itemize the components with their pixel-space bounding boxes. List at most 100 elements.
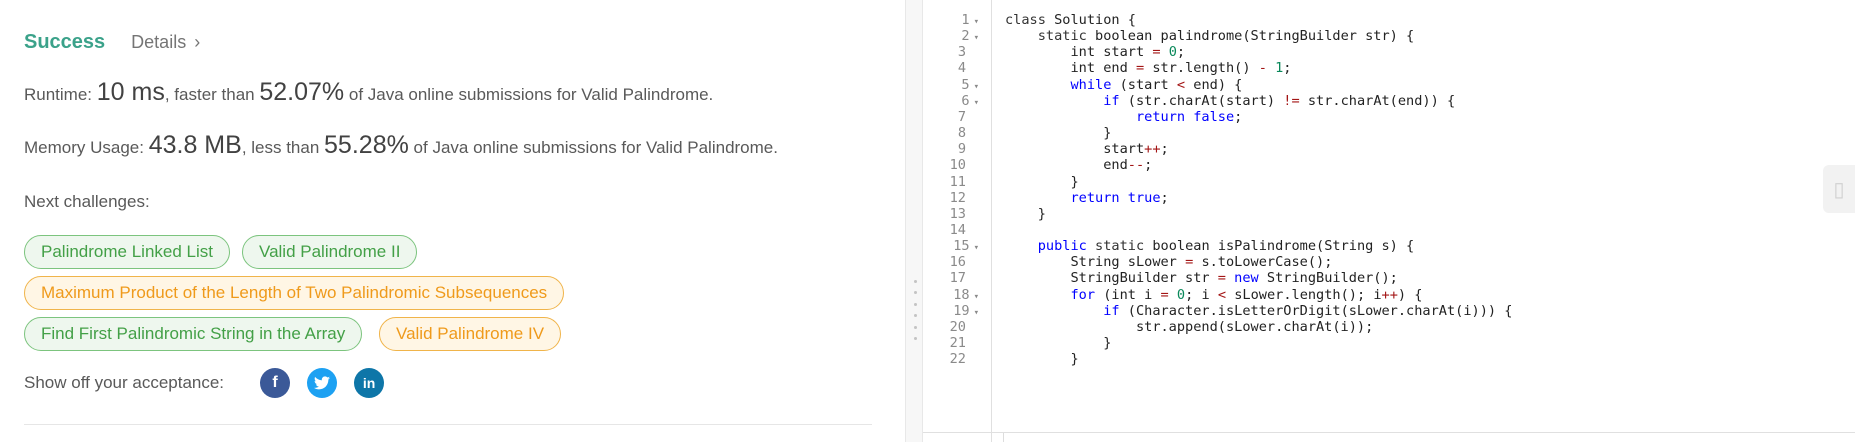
line-number-text: 5 bbox=[961, 76, 970, 93]
line-number: 13 bbox=[950, 206, 979, 222]
runtime-value: 10 ms bbox=[96, 78, 165, 106]
twitter-bird-icon bbox=[314, 376, 331, 390]
code-line[interactable]: for (int i = 0; i < sLower.length(); i++… bbox=[1005, 287, 1422, 303]
line-number-text: 7 bbox=[957, 108, 966, 125]
line-number: 19 ▾ bbox=[953, 303, 979, 319]
runtime-label: Runtime: bbox=[24, 85, 97, 104]
line-number: 21 bbox=[950, 335, 979, 351]
fold-toggle-icon[interactable]: ▾ bbox=[974, 98, 979, 108]
line-number-text: 11 bbox=[949, 173, 966, 190]
memory-percent: 55.28% bbox=[324, 131, 409, 159]
challenge-tag[interactable]: Valid Palindrome IV bbox=[379, 317, 562, 351]
code-line[interactable]: int start = 0; bbox=[1005, 44, 1185, 60]
line-number-text: 21 bbox=[949, 335, 966, 351]
line-number-text: 22 bbox=[949, 351, 966, 368]
line-number: 6 ▾ bbox=[961, 93, 979, 109]
code-line[interactable]: if (Character.isLetterOrDigit(sLower.cha… bbox=[1005, 303, 1512, 319]
linkedin-icon[interactable]: in bbox=[354, 368, 385, 398]
code-line[interactable]: class Solution { bbox=[1005, 12, 1136, 28]
fold-toggle-icon[interactable]: ▾ bbox=[974, 243, 979, 253]
line-number-text: 2 bbox=[961, 28, 970, 45]
fold-toggle-icon[interactable]: ▾ bbox=[974, 82, 979, 92]
chevron-right-icon: › bbox=[194, 31, 201, 52]
line-number: 14 bbox=[950, 222, 979, 238]
note-icon[interactable]: ▯ bbox=[1823, 165, 1855, 213]
fold-toggle-icon[interactable]: ▾ bbox=[974, 292, 979, 302]
memory-value: 43.8 MB bbox=[148, 131, 242, 159]
runtime-percent: 52.07% bbox=[259, 78, 345, 106]
line-number: 12 bbox=[950, 190, 979, 206]
divider bbox=[24, 424, 872, 425]
runtime-line: Runtime: 10 ms, faster than 52.07% of Ja… bbox=[24, 78, 713, 107]
code-line[interactable]: str.append(sLower.charAt(i)); bbox=[1005, 319, 1373, 335]
code-line[interactable]: public static boolean isPalindrome(Strin… bbox=[1005, 238, 1414, 254]
share-row: Show off your acceptance: f in bbox=[24, 368, 385, 398]
line-number: 1 ▾ bbox=[961, 12, 979, 28]
horizontal-scrollbar[interactable] bbox=[923, 432, 1855, 442]
challenge-tag[interactable]: Palindrome Linked List bbox=[24, 235, 230, 269]
line-number-text: 19 bbox=[953, 302, 970, 319]
code-line[interactable]: end--; bbox=[1005, 157, 1152, 173]
challenge-tag[interactable]: Maximum Product of the Length of Two Pal… bbox=[24, 276, 565, 310]
line-number-text: 20 bbox=[949, 318, 966, 335]
line-number: 3 bbox=[958, 44, 979, 60]
code-editor[interactable]: 1 ▾ 2 ▾ 3 4 5 ▾ 6 ▾ 7 8 9 10 11 12 13 14 15 ▾ 16 17 18 ▾ 19 ▾ 20 21… bbox=[923, 0, 1855, 442]
line-number-text: 12 bbox=[949, 189, 966, 206]
line-number: 10 bbox=[950, 157, 979, 173]
runtime-mid: , faster than bbox=[164, 85, 260, 104]
code-line[interactable]: static boolean palindrome(StringBuilder … bbox=[1005, 28, 1414, 44]
line-number-text: 4 bbox=[957, 60, 966, 77]
details-label: Details bbox=[131, 31, 187, 52]
code-line[interactable]: return false; bbox=[1005, 109, 1242, 125]
line-number: 17 bbox=[950, 270, 979, 286]
code-line[interactable]: } bbox=[1005, 335, 1111, 351]
twitter-icon[interactable] bbox=[307, 368, 338, 398]
challenge-tag[interactable]: Find First Palindromic String in the Arr… bbox=[24, 317, 363, 351]
drag-handle-icon[interactable] bbox=[913, 280, 917, 340]
fold-toggle-icon[interactable]: ▾ bbox=[974, 17, 979, 27]
line-number-text: 3 bbox=[957, 44, 966, 61]
line-number-text: 18 bbox=[953, 286, 970, 303]
code-line[interactable]: } bbox=[1005, 206, 1046, 222]
code-line[interactable]: } bbox=[1005, 174, 1078, 190]
fold-toggle-icon[interactable]: ▾ bbox=[974, 33, 979, 43]
code-line[interactable]: String sLower = s.toLowerCase(); bbox=[1005, 254, 1332, 270]
line-number: 22 bbox=[950, 351, 979, 367]
line-number-text: 9 bbox=[957, 141, 966, 158]
submission-result-panel: Success Details › Runtime: 10 ms, faster… bbox=[0, 0, 905, 442]
runtime-tail: of Java online submissions for Valid Pal… bbox=[344, 85, 714, 104]
code-line[interactable]: StringBuilder str = new StringBuilder(); bbox=[1005, 270, 1397, 286]
code-line[interactable]: int end = str.length() - 1; bbox=[1005, 60, 1291, 76]
details-link[interactable]: Details › bbox=[131, 32, 200, 53]
line-number: 8 bbox=[958, 125, 979, 141]
panel-resize-gutter[interactable] bbox=[905, 0, 923, 442]
line-number: 2 ▾ bbox=[961, 28, 979, 44]
line-number: 20 bbox=[950, 319, 979, 335]
line-number-text: 14 bbox=[949, 221, 966, 238]
line-number: 11 bbox=[950, 174, 979, 190]
line-number-text: 15 bbox=[953, 238, 970, 255]
line-number-text: 10 bbox=[949, 157, 966, 174]
next-challenges-label: Next challenges: bbox=[24, 192, 150, 211]
memory-tail: of Java online submissions for Valid Pal… bbox=[408, 138, 778, 157]
line-number: 7 bbox=[958, 109, 979, 125]
code-line[interactable]: if (str.charAt(start) != str.charAt(end)… bbox=[1005, 93, 1455, 109]
line-number-gutter: 1 ▾ 2 ▾ 3 4 5 ▾ 6 ▾ 7 8 9 10 11 12 13 14 15 ▾ 16 17 18 ▾ 19 ▾ 20 21… bbox=[923, 0, 992, 442]
status-success: Success bbox=[24, 30, 106, 53]
line-number-text: 1 bbox=[961, 12, 970, 28]
fold-toggle-icon[interactable]: ▾ bbox=[974, 308, 979, 318]
line-number: 18 ▾ bbox=[953, 287, 979, 303]
facebook-icon[interactable]: f bbox=[260, 368, 291, 398]
line-number-text: 13 bbox=[949, 205, 966, 222]
line-number: 15 ▾ bbox=[953, 238, 979, 254]
code-line[interactable]: start++; bbox=[1005, 141, 1169, 157]
challenge-tag[interactable]: Valid Palindrome II bbox=[242, 235, 418, 269]
line-number: 16 bbox=[950, 254, 979, 270]
line-number-text: 6 bbox=[961, 92, 970, 109]
code-line[interactable]: return true; bbox=[1005, 190, 1168, 206]
memory-line: Memory Usage: 43.8 MB, less than 55.28% … bbox=[24, 131, 778, 160]
code-line[interactable]: while (start < end) { bbox=[1005, 77, 1242, 93]
code-line[interactable]: } bbox=[1005, 351, 1078, 367]
line-number: 9 bbox=[958, 141, 979, 157]
code-line[interactable]: } bbox=[1005, 125, 1111, 141]
